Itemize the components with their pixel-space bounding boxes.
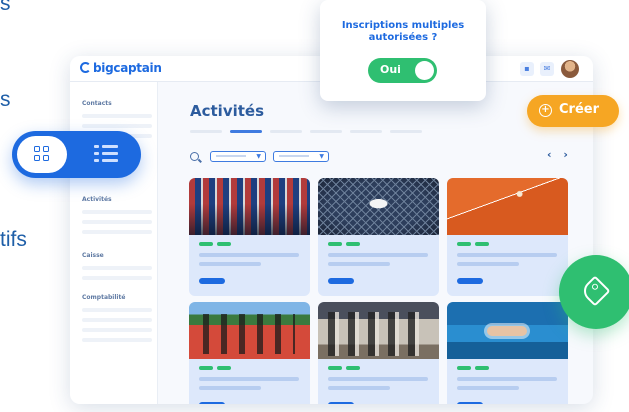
- tag-button[interactable]: [559, 255, 629, 329]
- grid-view-button[interactable]: [17, 136, 67, 173]
- sidebar-placeholder: [82, 308, 152, 312]
- activity-card[interactable]: [318, 302, 439, 404]
- tab-4[interactable]: [310, 130, 342, 133]
- card-text-line: [328, 386, 390, 390]
- card-tag: [457, 242, 471, 246]
- main-content: Activités ▼ ▼ ‹ ›: [158, 82, 593, 404]
- activity-card[interactable]: [447, 302, 568, 404]
- card-action-button[interactable]: [457, 278, 483, 284]
- tab-1[interactable]: [190, 130, 222, 133]
- sidebar-item-caisse[interactable]: Caisse: [82, 252, 104, 259]
- sidebar-placeholder: [82, 318, 152, 322]
- activity-card[interactable]: [189, 302, 310, 404]
- sidebar-item-contacts[interactable]: Contacts: [82, 100, 112, 107]
- calendar-icon[interactable]: ▪: [520, 62, 534, 76]
- card-tag: [346, 366, 360, 370]
- card-tag: [199, 366, 213, 370]
- background-text-2: s: [0, 88, 11, 111]
- tab-2[interactable]: [230, 130, 262, 133]
- activity-photo: [189, 302, 310, 359]
- activity-photo: [447, 302, 568, 359]
- sidebar-placeholder: [82, 276, 152, 280]
- pagination-arrows[interactable]: ‹ ›: [547, 148, 572, 161]
- card-tag: [328, 366, 342, 370]
- sidebar-placeholder: [82, 338, 152, 342]
- multiple-registration-popup: Inscriptions multiples autorisées ? Oui: [320, 0, 486, 101]
- chevron-down-icon: ▼: [319, 153, 324, 160]
- multiple-registration-toggle[interactable]: Oui: [368, 58, 437, 83]
- card-action-button[interactable]: [328, 278, 354, 284]
- activity-photo: [447, 178, 568, 235]
- sidebar-item-comptabilite[interactable]: Comptabilité: [82, 294, 125, 301]
- create-button-label: Créer: [559, 102, 599, 117]
- sidebar-placeholder: [82, 266, 152, 270]
- sidebar-placeholder: [82, 114, 152, 118]
- toggle-label: Oui: [380, 63, 401, 76]
- card-action-button[interactable]: [199, 402, 225, 404]
- card-tag: [328, 242, 342, 246]
- chevron-down-icon: ▼: [256, 153, 261, 160]
- card-tag: [199, 242, 213, 246]
- card-action-button[interactable]: [199, 278, 225, 284]
- sidebar-placeholder: [82, 328, 152, 332]
- view-switch: [12, 131, 141, 178]
- activity-card[interactable]: [318, 178, 439, 296]
- card-text-line: [328, 262, 390, 266]
- card-text-line: [457, 386, 519, 390]
- card-text-line: [457, 253, 557, 257]
- tab-5[interactable]: [350, 130, 382, 133]
- list-icon[interactable]: [94, 145, 118, 163]
- activity-photo: [318, 178, 439, 235]
- card-text-line: [199, 386, 261, 390]
- background-text-3: tifs: [0, 228, 27, 251]
- card-tag: [217, 366, 231, 370]
- card-text-line: [328, 377, 428, 381]
- card-action-button[interactable]: [457, 402, 483, 404]
- logo-text: bigcaptain: [93, 61, 162, 75]
- app-window: bigcaptain ▪ ✉ Contacts Activités Caisse…: [70, 56, 593, 404]
- activity-photo: [318, 302, 439, 359]
- tab-6[interactable]: [390, 130, 422, 133]
- toggle-knob: [415, 61, 434, 80]
- card-text-line: [457, 377, 557, 381]
- card-tag: [457, 366, 471, 370]
- avatar[interactable]: [561, 60, 579, 78]
- tab-3[interactable]: [270, 130, 302, 133]
- logo[interactable]: bigcaptain: [80, 61, 162, 75]
- create-button[interactable]: + Créer: [527, 95, 619, 127]
- plus-circle-icon: +: [539, 104, 552, 117]
- sidebar-item-activites[interactable]: Activités: [82, 196, 112, 203]
- card-text-line: [199, 262, 261, 266]
- card-text-line: [199, 377, 299, 381]
- popup-title: Inscriptions multiples autorisées ?: [341, 20, 465, 43]
- activity-photo: [189, 178, 310, 235]
- background-text-1: s: [0, 0, 11, 15]
- card-action-button[interactable]: [328, 402, 354, 404]
- filter-dropdown-2[interactable]: ▼: [273, 151, 329, 162]
- card-text-line: [328, 253, 428, 257]
- sidebar-placeholder: [82, 210, 152, 214]
- search-icon[interactable]: [190, 152, 199, 161]
- sidebar-placeholder: [82, 124, 152, 128]
- card-tag: [346, 242, 360, 246]
- activity-card[interactable]: [189, 178, 310, 296]
- tag-icon: [579, 275, 611, 307]
- logo-mark-icon: [80, 62, 91, 73]
- card-text-line: [199, 253, 299, 257]
- card-tag: [217, 242, 231, 246]
- card-tag: [475, 242, 489, 246]
- filter-dropdown-1[interactable]: ▼: [210, 151, 266, 162]
- sidebar-placeholder: [82, 220, 152, 224]
- page-title: Activités: [190, 102, 265, 120]
- grid-icon: [34, 146, 50, 162]
- card-text-line: [457, 262, 519, 266]
- mail-icon[interactable]: ✉: [540, 62, 554, 76]
- activity-card[interactable]: [447, 178, 568, 296]
- sidebar-placeholder: [82, 230, 152, 234]
- card-tag: [475, 366, 489, 370]
